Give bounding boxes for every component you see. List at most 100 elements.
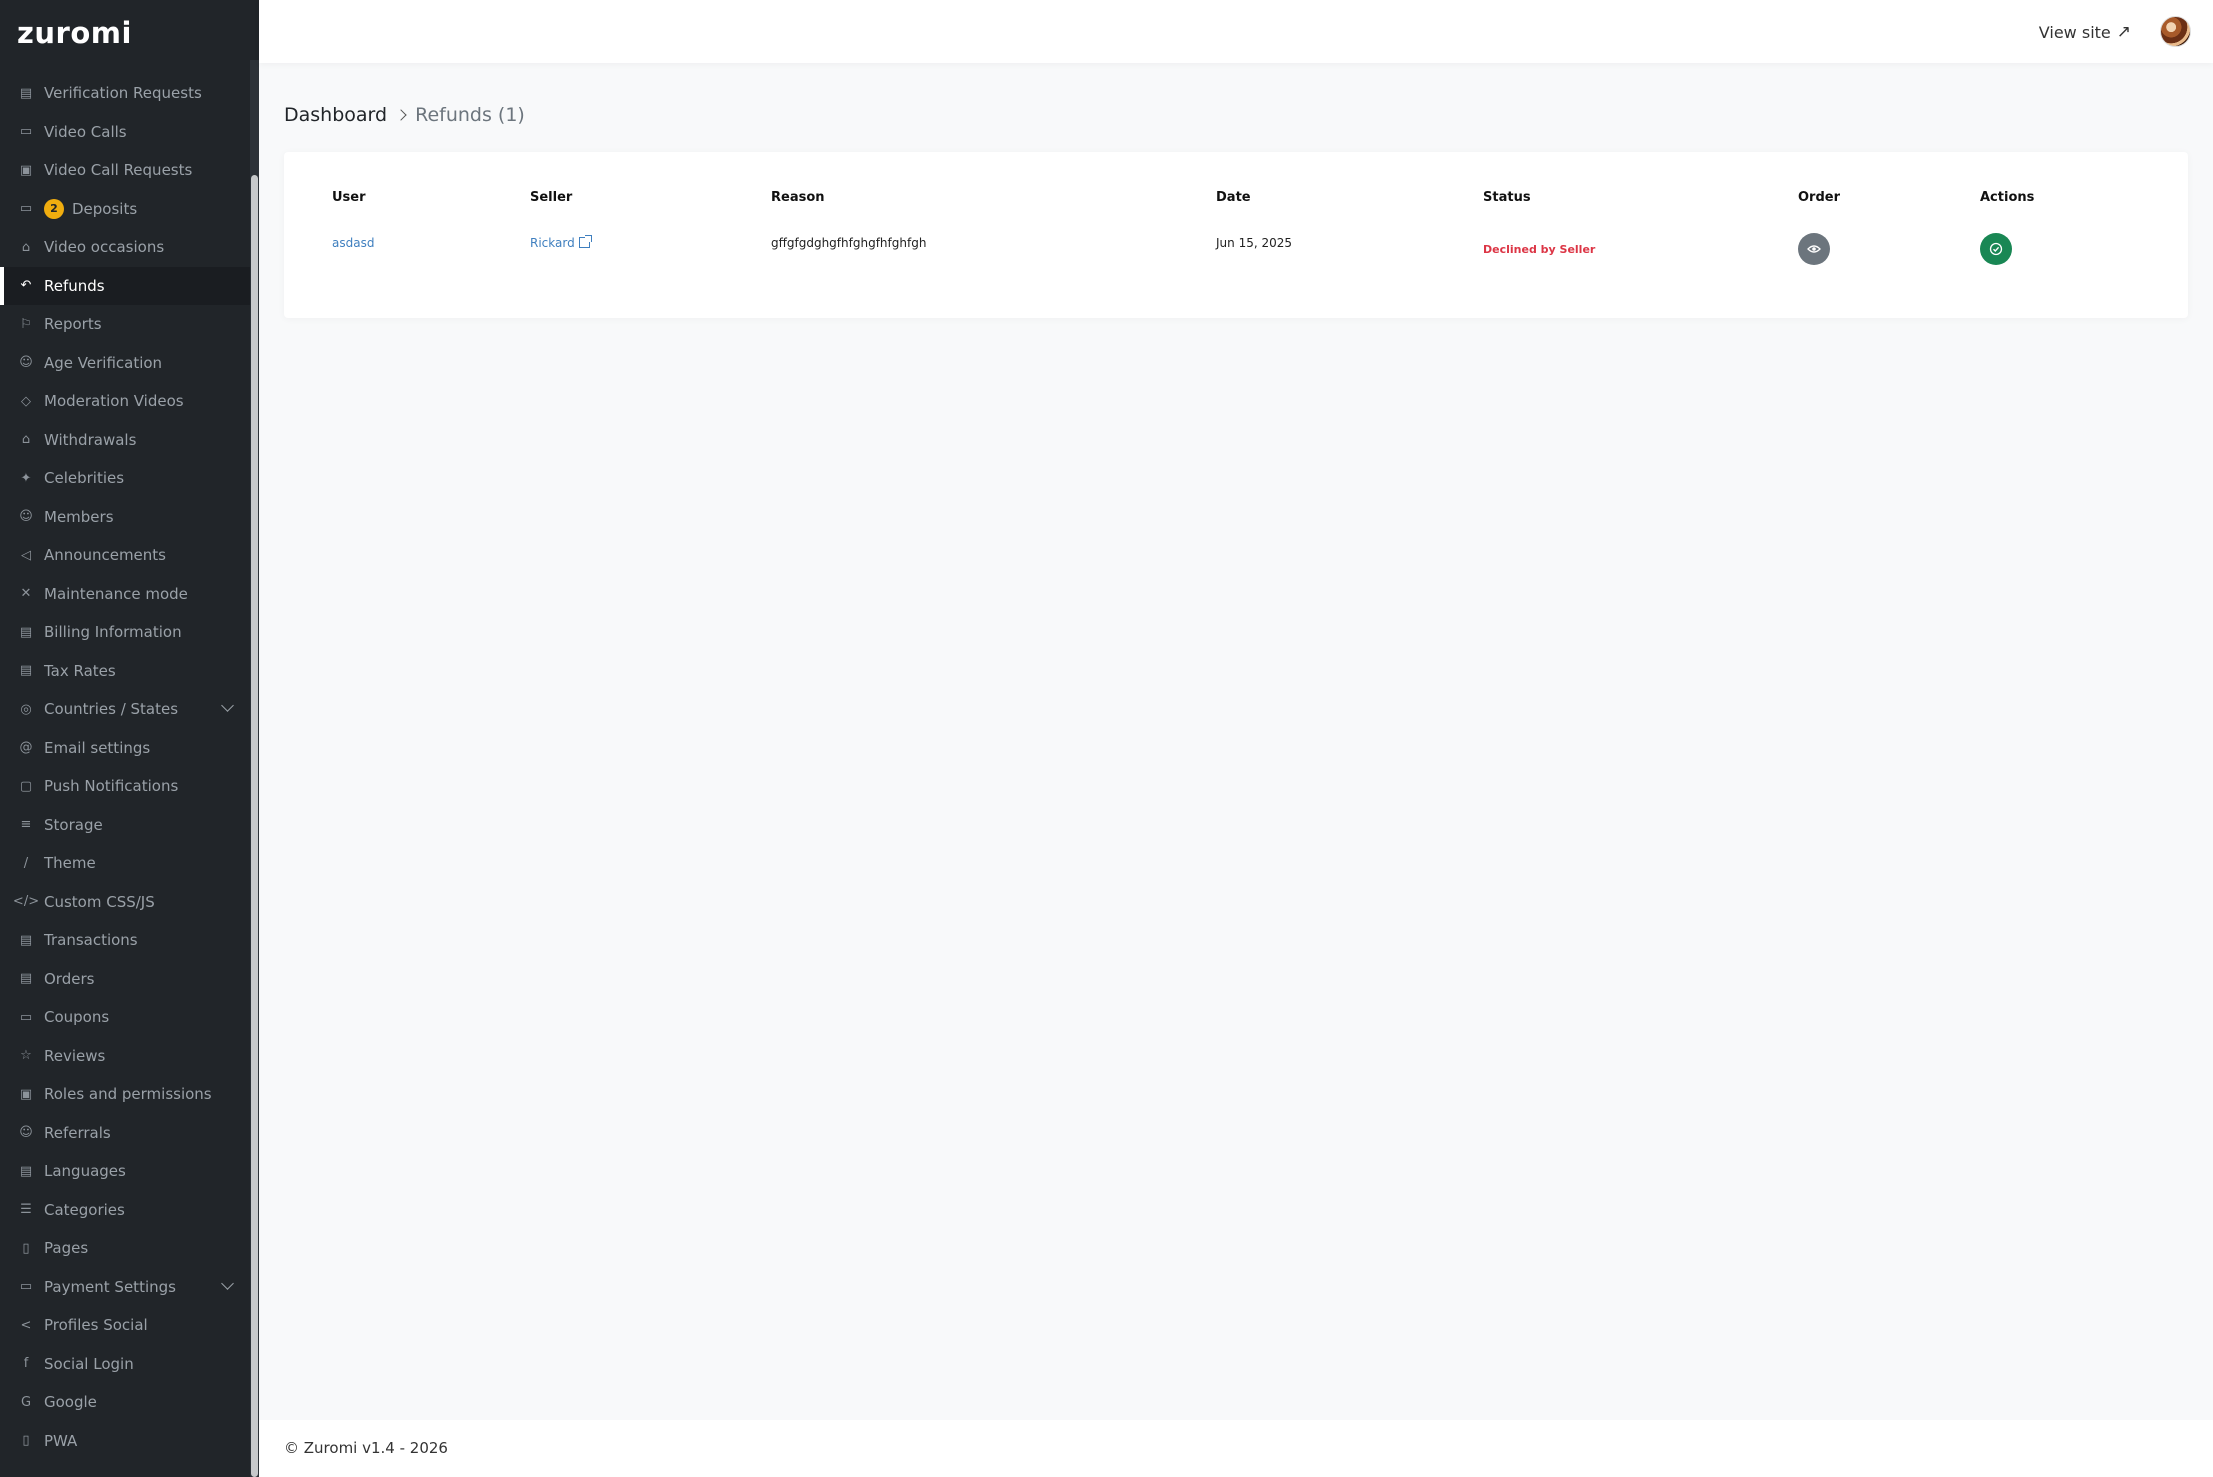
status-badge: Declined by Seller (1483, 243, 1596, 256)
sidebar-item-members[interactable]: ☺ Members (0, 498, 250, 536)
sidebar-item-tax-rates[interactable]: ▤ Tax Rates (0, 652, 250, 690)
shop-icon: ⌂ (21, 239, 31, 255)
receipt-icon: ▤ (19, 624, 33, 640)
sidebar-item-billing-information[interactable]: ▤ Billing Information (0, 613, 250, 651)
chevron-right-icon (395, 109, 407, 121)
sidebar-item-verification-requests[interactable]: ▤ Verification Requests (0, 74, 250, 112)
stars-icon: ✦ (20, 470, 32, 486)
view-site-link[interactable]: View site ↗ (2039, 22, 2131, 42)
chevron-down-icon[interactable] (221, 1276, 234, 1290)
column-header-reason[interactable]: Reason (771, 190, 825, 205)
sidebar-item-google[interactable]: G Google (0, 1383, 250, 1421)
sidebar-item-email-settings[interactable]: @ Email settings (0, 729, 250, 767)
user-link[interactable]: asdasd (332, 236, 374, 250)
video-request-icon: ▣ (19, 162, 33, 178)
sidebar-item-label: Age Verification (44, 353, 163, 372)
approve-refund-button[interactable] (1980, 233, 2012, 265)
sidebar-item-label: Referrals (44, 1123, 111, 1142)
sidebar-item-label: Google (44, 1393, 97, 1411)
arrow-up-right-icon: ↗ (2116, 22, 2131, 42)
id-card-icon: ▤ (19, 85, 33, 101)
sidebar-item-theme[interactable]: / Theme (0, 844, 250, 882)
shield-icon: ◇ (21, 393, 31, 409)
sidebar-item-label: Reviews (44, 1046, 106, 1065)
sidebar-item-profiles-social[interactable]: < Profiles Social (0, 1306, 250, 1344)
column-header-seller[interactable]: Seller (530, 190, 572, 205)
column-header-actions: Actions (1980, 190, 2035, 205)
sidebar-item-label: Moderation Videos (44, 392, 184, 410)
sidebar-item-video-call-requests[interactable]: ▣ Video Call Requests (0, 151, 250, 189)
sidebar-item-label: Celebrities (44, 469, 125, 487)
sidebar-scrollbar[interactable] (251, 175, 258, 1477)
chevron-down-icon[interactable] (221, 699, 234, 712)
facebook-icon: f (23, 1356, 29, 1371)
sidebar-item-label: Orders (44, 969, 95, 988)
sidebar-item-label: Pages (44, 1239, 89, 1257)
list-icon: ☰ (20, 1202, 32, 1217)
view-site-label: View site (2038, 22, 2111, 42)
brand-logo[interactable]: zuromi (17, 16, 132, 50)
sidebar-item-label: Video occasions (44, 238, 165, 256)
sidebar-item-announcements[interactable]: ◁ Announcements (0, 536, 250, 574)
sidebar-item-celebrities[interactable]: ✦ Celebrities (0, 459, 250, 497)
breadcrumb-dashboard[interactable]: Dashboard (284, 104, 387, 126)
receipt-icon: ▤ (19, 663, 33, 678)
sidebar-item-label: Announcements (44, 546, 166, 564)
top-bar: View site ↗ (259, 0, 2213, 63)
sidebar-item-push-notifications[interactable]: ▢ Push Notifications (0, 767, 250, 805)
share-icon: < (20, 1317, 32, 1333)
footer-copyright: © Zuromi v1.4 - 2026 (284, 1439, 448, 1457)
sidebar-item-maintenance-mode[interactable]: ✕ Maintenance mode (0, 575, 250, 613)
sidebar-item-transactions[interactable]: ▤ Transactions (0, 921, 250, 959)
sidebar-item-label: Push Notifications (44, 777, 179, 795)
sidebar-item-label: Video Call Requests (44, 161, 193, 179)
sidebar-item-withdrawals[interactable]: ⌂ Withdrawals (0, 421, 250, 459)
sidebar-item-countries-states[interactable]: ◎ Countries / States (0, 690, 250, 728)
tools-icon: ✕ (20, 586, 32, 601)
seller-link[interactable]: Rickard (530, 235, 592, 250)
column-header-status[interactable]: Status (1483, 190, 1531, 205)
column-header-user[interactable]: User (332, 190, 366, 205)
sidebar-item-refunds[interactable]: ↶ Refunds (0, 266, 250, 305)
sidebar-item-label: Verification Requests (44, 84, 202, 102)
sidebar-item-reviews[interactable]: ☆ Reviews (0, 1037, 250, 1075)
sidebar-item-label: PWA (44, 1431, 78, 1450)
sidebar-item-label: Social Login (44, 1354, 134, 1373)
sidebar-item-pwa[interactable]: ▯ PWA (0, 1422, 250, 1460)
sidebar-item-social-login[interactable]: f Social Login (0, 1345, 250, 1383)
sidebar-item-label: Maintenance mode (44, 584, 188, 603)
sidebar-item-orders[interactable]: ▤ Orders (0, 960, 250, 998)
sidebar-item-label: Profiles Social (44, 1316, 148, 1334)
sidebar-item-custom-css-js[interactable]: </> Custom CSS/JS (0, 883, 250, 921)
receipt-icon: ▤ (19, 971, 33, 986)
receipt-icon: ▤ (19, 932, 33, 948)
sidebar-item-payment-settings[interactable]: ▭ Payment Settings (0, 1268, 250, 1306)
sidebar-item-label: Reports (44, 315, 102, 333)
sidebar-item-video-occasions[interactable]: ⌂ Video occasions (0, 228, 250, 266)
sidebar-item-categories[interactable]: ☰ Categories (0, 1191, 250, 1229)
credit-card-icon: ▭ (19, 1279, 33, 1294)
sidebar-item-reports[interactable]: ⚐ Reports (0, 305, 250, 343)
sidebar-item-roles-and-permissions[interactable]: ▣ Roles and permissions (0, 1075, 250, 1113)
avatar[interactable] (2160, 16, 2191, 47)
sidebar-item-label: Categories (44, 1200, 125, 1219)
sidebar-item-label: Countries / States (44, 700, 179, 718)
sidebar-item-moderation-videos[interactable]: ◇ Moderation Videos (0, 382, 250, 420)
view-order-button[interactable] (1798, 233, 1830, 265)
breadcrumb-current: Refunds (1) (415, 104, 525, 126)
column-header-date[interactable]: Date (1216, 190, 1251, 205)
sidebar-item-storage[interactable]: ≡ Storage (0, 806, 250, 844)
sidebar-item-age-verification[interactable]: ☺ Age Verification (0, 344, 250, 382)
sidebar-item-languages[interactable]: ▤ Languages (0, 1152, 250, 1190)
sidebar-item-referrals[interactable]: ☺ Referrals (0, 1114, 250, 1152)
person-plus-icon: ☺ (19, 1125, 33, 1140)
sidebar-item-coupons[interactable]: ▭ Coupons (0, 998, 250, 1036)
sidebar-item-deposits[interactable]: ▭ 2 Deposits (0, 190, 250, 228)
database-icon: ≡ (20, 817, 32, 832)
breadcrumb: Dashboard Refunds (1) (284, 104, 525, 126)
person-lock-icon: ▣ (19, 1086, 33, 1102)
sidebar-item-video-calls[interactable]: ▭ Video Calls (0, 113, 250, 151)
code-icon: </> (12, 894, 40, 909)
column-header-order[interactable]: Order (1798, 190, 1840, 205)
sidebar-item-pages[interactable]: ▯ Pages (0, 1229, 250, 1267)
